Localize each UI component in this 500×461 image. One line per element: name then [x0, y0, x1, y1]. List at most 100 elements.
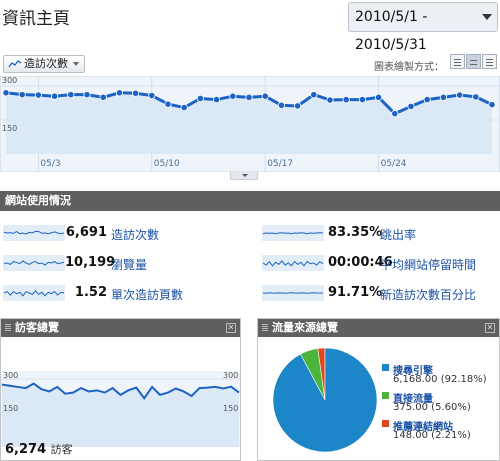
- chevron-down-icon: [482, 14, 492, 20]
- stat-link[interactable]: 跳出率: [380, 226, 416, 243]
- legend-swatch: [382, 364, 389, 371]
- sparkline-chart: [3, 285, 65, 301]
- stat-value: 83.35%: [328, 225, 383, 240]
- data-point[interactable]: [391, 110, 399, 118]
- visitors-total: 6,274 訪客: [5, 441, 73, 457]
- sparkline-chart: [262, 255, 324, 271]
- graph-mode-day-button[interactable]: [450, 54, 465, 69]
- legend-value: 375.00 (5.60%): [393, 402, 471, 413]
- data-point[interactable]: [115, 89, 124, 97]
- page-title: 資訊主頁: [2, 9, 70, 29]
- close-icon[interactable]: ✕: [485, 323, 495, 333]
- graph-mode-label: 圖表繪製方式：: [374, 62, 444, 73]
- sparkline-chart: [262, 225, 324, 241]
- pie-slice[interactable]: [272, 347, 378, 453]
- data-point[interactable]: [261, 92, 269, 100]
- y-tick-label: 150: [223, 404, 238, 413]
- data-point[interactable]: [342, 95, 350, 104]
- data-point[interactable]: [213, 95, 221, 104]
- data-point[interactable]: [245, 93, 253, 101]
- date-range-picker[interactable]: 2010/5/1 - 2010/5/31: [348, 2, 498, 53]
- traffic-sources-pie-chart: [272, 347, 378, 453]
- site-usage-stat: 91.71% 新造訪次數百分比: [262, 282, 500, 304]
- data-point[interactable]: [99, 93, 107, 101]
- data-point[interactable]: [2, 89, 10, 97]
- legend-value: 6,168.00 (92.18%): [393, 374, 487, 385]
- expand-chart-toggle[interactable]: [230, 172, 258, 180]
- stat-link[interactable]: 單次造訪頁數: [111, 286, 183, 303]
- data-point[interactable]: [229, 92, 237, 100]
- panel-header: 訪客總覽 ✕: [1, 319, 240, 337]
- x-tick-label: 05/3: [40, 159, 60, 169]
- stat-value: 6,691: [65, 225, 107, 240]
- data-point[interactable]: [132, 89, 140, 97]
- data-point[interactable]: [34, 91, 43, 99]
- y-tick-label: 300: [3, 371, 18, 380]
- visits-line-chart: 05/3 05/10 05/17 05/24 300 150: [0, 76, 500, 172]
- stat-value: 10,199: [65, 255, 116, 270]
- data-point[interactable]: [83, 91, 91, 99]
- data-point[interactable]: [407, 102, 415, 110]
- x-tick-label: 05/10: [154, 159, 180, 169]
- x-tick-label: 05/17: [267, 159, 293, 169]
- chevron-down-icon: [242, 174, 248, 177]
- site-usage-stat: 1.52 單次造訪頁數: [3, 282, 241, 304]
- data-point[interactable]: [67, 91, 75, 99]
- metric-selector-label: 造訪次數: [24, 57, 68, 70]
- data-point[interactable]: [374, 93, 383, 101]
- legend-swatch: [382, 420, 389, 427]
- sparkline: [262, 292, 324, 294]
- data-point[interactable]: [310, 91, 318, 99]
- site-usage-stat: 10,199 瀏覽量: [3, 252, 241, 274]
- data-point[interactable]: [358, 95, 366, 104]
- stat-value: 00:00:46: [328, 255, 393, 270]
- stat-value: 1.52: [74, 285, 107, 300]
- dropdown-arrow-icon: [73, 62, 79, 66]
- date-range-text: 2010/5/1 - 2010/5/31: [355, 9, 428, 53]
- panel-header: 流量來源總覽 ✕: [258, 319, 499, 337]
- data-point[interactable]: [423, 95, 431, 104]
- close-icon[interactable]: ✕: [226, 323, 236, 333]
- y-tick-label: 150: [2, 124, 17, 133]
- sparkline-chart: [3, 255, 65, 271]
- line-chart-icon: [8, 60, 22, 68]
- data-point[interactable]: [50, 92, 59, 100]
- site-usage-header: 網站使用情況: [0, 191, 500, 211]
- stat-value: 91.71%: [328, 285, 383, 300]
- data-point[interactable]: [277, 101, 285, 109]
- site-usage-stat: 83.35% 跳出率: [262, 222, 500, 244]
- stat-link[interactable]: 造訪次數: [111, 226, 159, 243]
- y-tick-label: 300: [2, 76, 17, 85]
- stat-link[interactable]: 新造訪次數百分比: [380, 286, 476, 303]
- stat-link[interactable]: 瀏覽量: [111, 256, 147, 273]
- data-point[interactable]: [196, 94, 204, 103]
- visitors-overview-panel: 訪客總覽 ✕ 300 150 300 150 6,274 訪客: [0, 318, 241, 461]
- data-point[interactable]: [18, 91, 26, 99]
- y-tick-label: 300: [223, 371, 238, 380]
- data-point[interactable]: [472, 93, 480, 101]
- site-usage-stat: 00:00:46 平均網站停留時間: [262, 252, 500, 274]
- stat-link[interactable]: 平均網站停留時間: [380, 256, 476, 273]
- data-point[interactable]: [488, 100, 496, 109]
- visitors-total-value: 6,274: [5, 442, 47, 457]
- data-point[interactable]: [164, 100, 172, 108]
- data-point[interactable]: [293, 102, 302, 110]
- graph-mode-week-button[interactable]: [466, 54, 481, 69]
- data-point[interactable]: [180, 103, 188, 112]
- panel-title: 訪客總覽: [15, 321, 59, 334]
- data-point[interactable]: [439, 93, 447, 101]
- site-usage-stat: 6,691 造訪次數: [3, 222, 241, 244]
- metric-selector[interactable]: 造訪次數: [3, 55, 85, 73]
- sparkline-chart: [3, 225, 65, 241]
- drag-handle-icon[interactable]: [262, 324, 268, 332]
- panel-title: 流量來源總覽: [272, 321, 338, 334]
- data-point[interactable]: [148, 91, 156, 100]
- legend-swatch: [382, 392, 389, 399]
- data-point[interactable]: [455, 91, 464, 99]
- data-point[interactable]: [326, 96, 334, 104]
- x-tick-label: 05/24: [381, 159, 407, 169]
- graph-mode-month-button[interactable]: [482, 54, 497, 69]
- legend-value: 148.00 (2.21%): [393, 430, 471, 441]
- drag-handle-icon[interactable]: [5, 324, 11, 332]
- visitors-total-label: 訪客: [50, 443, 73, 456]
